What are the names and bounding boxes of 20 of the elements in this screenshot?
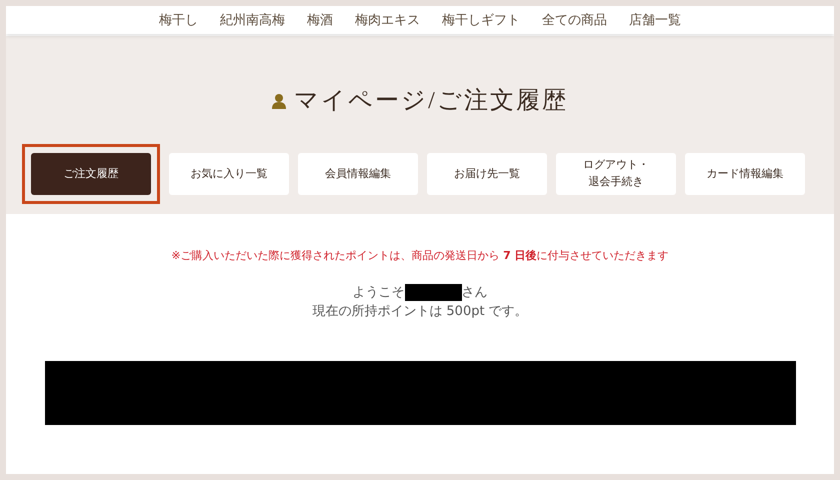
nav-link[interactable]: 全ての商品 — [542, 10, 607, 30]
notice-text: ※ご購入いただいた際に獲得されたポイントは、商品の発送日から 7 日後に付与させていただきます — [171, 248, 669, 264]
tab[interactable]: ログアウト・ 退会手続き — [556, 153, 676, 195]
tab[interactable]: 会員情報編集 — [298, 153, 418, 195]
page-title: マイページ/ご注文履歴 — [294, 86, 568, 116]
tab[interactable]: ご注文履歴 — [31, 153, 151, 195]
tab[interactable]: お気に入り一覧 — [169, 153, 289, 195]
redaction-block — [404, 284, 462, 301]
nav-link[interactable]: 梅酒 — [307, 10, 333, 30]
nav-link[interactable]: 梅干しギフト — [442, 10, 520, 30]
points-text: 現在の所持ポイントは 500pt です。 — [312, 303, 528, 321]
tab[interactable]: お届け先一覧 — [427, 153, 547, 195]
welcome-text: さん — [462, 284, 488, 302]
nav-link[interactable]: 店舗一覧 — [629, 10, 681, 30]
user-icon — [272, 93, 286, 109]
nav-link[interactable]: 梅干し — [159, 10, 198, 30]
welcome-text: ようこそ — [352, 284, 404, 302]
tab[interactable]: カード情報編集 — [685, 153, 805, 195]
nav-link[interactable]: 紀州南高梅 — [220, 10, 285, 30]
nav-link[interactable]: 梅肉エキス — [355, 10, 420, 30]
